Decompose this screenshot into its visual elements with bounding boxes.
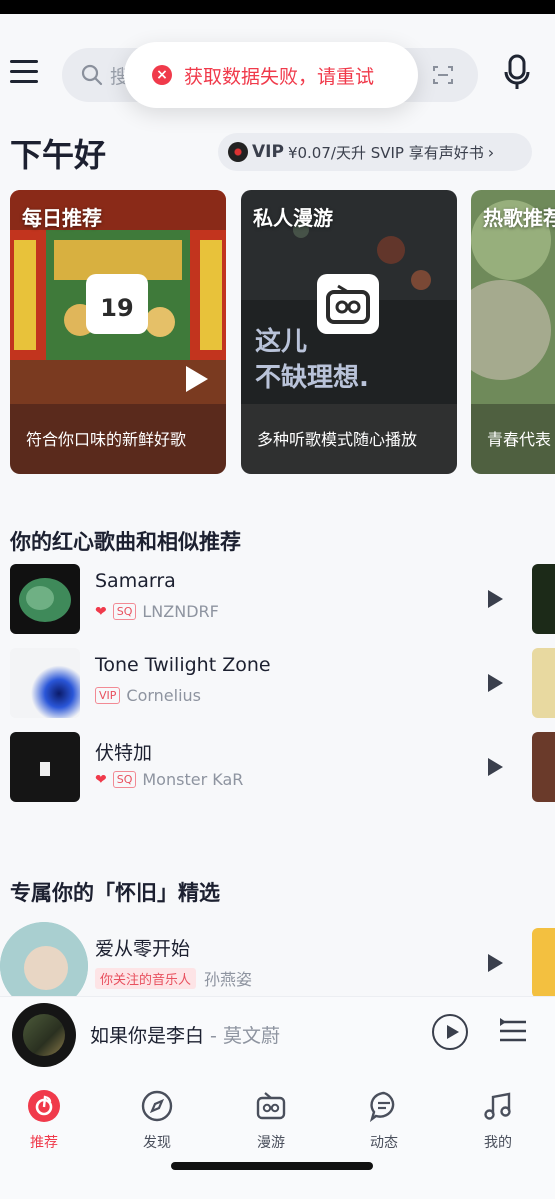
top-bar: 搜 × 获取数据失败，请重试 xyxy=(0,28,555,118)
song-artist: Cornelius xyxy=(126,686,202,705)
song-title: 爱从零开始 xyxy=(95,938,191,960)
play-icon[interactable] xyxy=(488,758,503,776)
radio-icon xyxy=(256,1092,286,1120)
song-title: Samarra xyxy=(95,570,176,592)
vip-promo-banner[interactable]: VIP ¥0.07/天升 SVIP 享有声好书 › xyxy=(218,133,532,171)
tab-label: 动态 xyxy=(370,1135,398,1151)
song-row[interactable]: Samarra ❤ SQ LNZNDRF xyxy=(10,564,555,634)
tab-label: 我的 xyxy=(484,1135,512,1151)
microphone-icon[interactable] xyxy=(503,54,531,92)
vip-label: VIP xyxy=(252,142,284,162)
now-playing-text: 如果你是李白 - 莫文蔚 xyxy=(90,1021,280,1048)
tab-mine[interactable]: 我的 xyxy=(458,1090,538,1152)
card-caption: 多种听歌模式随心播放 xyxy=(241,404,457,474)
section-title-nostalgia: 专属你的「怀旧」精选 xyxy=(10,881,220,905)
song-cover xyxy=(10,564,80,634)
play-icon[interactable] xyxy=(488,590,503,608)
chat-bubble-icon xyxy=(369,1091,395,1123)
play-icon[interactable] xyxy=(186,366,208,392)
tab-label: 推荐 xyxy=(30,1135,58,1151)
card-title: 热歌推荐 xyxy=(483,206,555,230)
song-cover xyxy=(10,648,80,718)
netease-music-icon xyxy=(28,1090,60,1122)
heart-icon: ❤ xyxy=(95,603,107,620)
error-toast: × 获取数据失败，请重试 xyxy=(124,42,418,108)
greeting-title: 下午好 xyxy=(10,136,107,174)
home-indicator[interactable] xyxy=(171,1162,373,1170)
card-hot-songs[interactable]: 热歌推荐 青春代表 xyxy=(471,190,555,474)
tab-roam[interactable]: 漫游 xyxy=(231,1090,311,1152)
svg-text:不缺理想.: 不缺理想. xyxy=(255,363,369,393)
song-meta: 你关注的音乐人 孙燕姿 xyxy=(95,966,252,990)
now-playing-title: 如果你是李白 xyxy=(90,1025,205,1047)
calendar-date: 19 xyxy=(100,294,134,322)
menu-icon[interactable] xyxy=(10,60,38,84)
error-icon: × xyxy=(152,65,172,85)
song-meta: VIP Cornelius xyxy=(95,686,201,705)
tab-label: 发现 xyxy=(143,1135,171,1151)
next-cover xyxy=(532,732,555,802)
song-artist: 孙燕姿 xyxy=(204,970,253,989)
next-cover xyxy=(532,928,555,998)
card-caption: 符合你口味的新鲜好歌 xyxy=(10,404,226,474)
song-meta: ❤ SQ LNZNDRF xyxy=(95,602,219,621)
card-private-roaming[interactable]: 这儿 不缺理想. 私人漫游 多种听歌模式随心播放 xyxy=(241,190,457,474)
song-title: Tone Twilight Zone xyxy=(95,654,271,676)
card-title: 每日推荐 xyxy=(22,206,102,230)
calendar-icon: 19 xyxy=(86,274,148,334)
song-cover xyxy=(10,732,80,802)
tab-discover[interactable]: 发现 xyxy=(117,1090,197,1152)
song-artist: Monster KaR xyxy=(142,770,244,789)
search-icon xyxy=(81,64,103,86)
vip-badge: VIP xyxy=(95,687,121,704)
app-screen: 搜 × 获取数据失败，请重试 下午好 VIP ¥0.07/天升 SVIP 享有声… xyxy=(0,14,555,1199)
tab-recommend[interactable]: 推荐 xyxy=(4,1090,84,1152)
now-playing-artist: 莫文蔚 xyxy=(222,1025,280,1047)
song-meta: ❤ SQ Monster KaR xyxy=(95,770,243,789)
next-cover xyxy=(532,564,555,634)
album-disc[interactable] xyxy=(12,1003,76,1067)
vinyl-icon xyxy=(228,142,248,162)
chevron-right-icon: › xyxy=(487,142,495,162)
tab-label: 漫游 xyxy=(257,1135,285,1151)
card-caption: 青春代表 xyxy=(471,404,555,474)
compass-icon xyxy=(141,1090,173,1122)
bottom-nav: 推荐 发现 漫游 动态 我的 xyxy=(0,1078,555,1199)
recommendation-cards: 每日推荐 19 符合你口味的新鲜好歌 这儿 不缺理想. 私人漫游 多种听歌模式随… xyxy=(10,190,555,474)
vip-promo-text: ¥0.07/天升 SVIP 享有声好书 xyxy=(287,143,484,162)
quality-badge: SQ xyxy=(112,603,137,620)
next-cover xyxy=(532,648,555,718)
play-button[interactable] xyxy=(432,1014,468,1050)
playlist-icon[interactable] xyxy=(498,1017,528,1045)
toast-message: 获取数据失败，请重试 xyxy=(184,65,375,88)
song-row[interactable]: 伏特加 ❤ SQ Monster KaR xyxy=(10,732,555,802)
song-title: 伏特加 xyxy=(95,742,153,764)
section-title-liked: 你的红心歌曲和相似推荐 xyxy=(10,530,241,554)
card-daily-recommend[interactable]: 每日推荐 19 符合你口味的新鲜好歌 xyxy=(10,190,226,474)
scan-icon[interactable] xyxy=(432,64,454,86)
song-row[interactable]: 爱从零开始 你关注的音乐人 孙燕姿 xyxy=(0,922,555,1010)
music-note-icon xyxy=(484,1092,511,1120)
song-row[interactable]: Tone Twilight Zone VIP Cornelius xyxy=(10,648,555,718)
now-playing-bar[interactable]: 如果你是李白 - 莫文蔚 xyxy=(0,996,555,1078)
follow-badge: 你关注的音乐人 xyxy=(95,967,197,989)
play-icon[interactable] xyxy=(488,674,503,692)
song-artist: LNZNDRF xyxy=(142,602,219,621)
heart-icon: ❤ xyxy=(95,771,107,788)
tab-moments[interactable]: 动态 xyxy=(344,1090,424,1152)
now-playing-separator: - xyxy=(204,1025,223,1047)
svg-text:这儿: 这儿 xyxy=(255,326,307,357)
play-icon[interactable] xyxy=(488,954,503,972)
radio-icon xyxy=(317,274,379,334)
quality-badge: SQ xyxy=(112,771,137,788)
card-title: 私人漫游 xyxy=(253,206,333,230)
